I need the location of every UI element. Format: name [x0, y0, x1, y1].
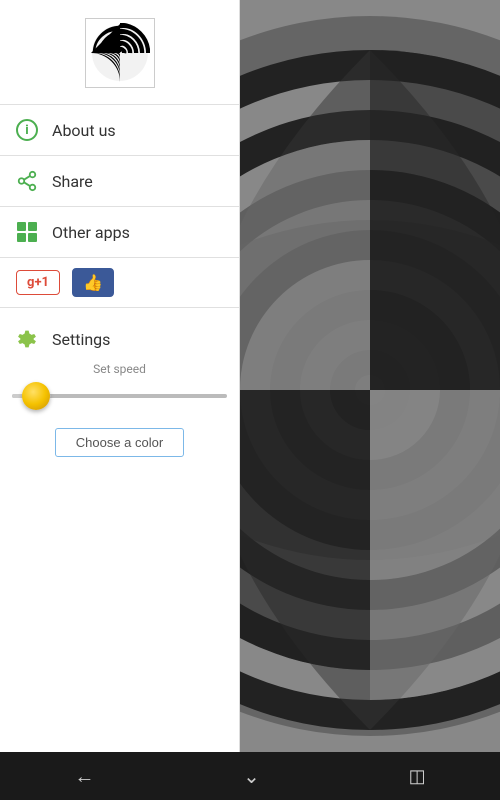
gplus-label: g+1 [27, 275, 49, 290]
menu-item-other-apps[interactable]: Other apps [0, 207, 239, 258]
info-icon: i [16, 119, 38, 141]
home-icon: ⌄ [243, 764, 260, 788]
like-icon: 👍 [83, 273, 103, 292]
speed-section: Set speed [0, 362, 239, 420]
main-area: i About us Share [0, 0, 500, 752]
settings-section: Settings Set speed Choose a color [0, 308, 239, 469]
choose-color-button[interactable]: Choose a color [55, 428, 184, 457]
speed-slider-container [12, 384, 227, 408]
color-btn-row: Choose a color [0, 420, 239, 469]
like-button[interactable]: 👍 [72, 268, 114, 297]
recents-button[interactable]: ◫ [389, 758, 446, 795]
apps-icon [16, 221, 38, 243]
sidebar: i About us Share [0, 0, 240, 752]
back-icon: ← [74, 764, 94, 789]
gplus-button[interactable]: g+1 [16, 270, 60, 295]
settings-label: Settings [52, 330, 110, 349]
menu-item-about-us[interactable]: i About us [0, 105, 239, 156]
spiral-area [240, 0, 500, 752]
settings-header: Settings [0, 320, 239, 362]
share-label: Share [52, 172, 93, 191]
social-row: g+1 👍 [0, 258, 239, 308]
other-apps-label: Other apps [52, 223, 130, 242]
nav-bar: ← ⌄ ◫ [0, 752, 500, 800]
settings-icon [16, 328, 38, 350]
app-logo [85, 18, 155, 88]
recents-icon: ◫ [409, 766, 426, 787]
menu-item-share[interactable]: Share [0, 156, 239, 207]
about-us-label: About us [52, 121, 116, 140]
back-button[interactable]: ← [54, 756, 114, 797]
share-icon [16, 170, 38, 192]
logo-area [0, 0, 239, 105]
home-button[interactable]: ⌄ [223, 756, 280, 796]
slider-thumb[interactable] [22, 382, 50, 410]
speed-title: Set speed [12, 362, 227, 376]
